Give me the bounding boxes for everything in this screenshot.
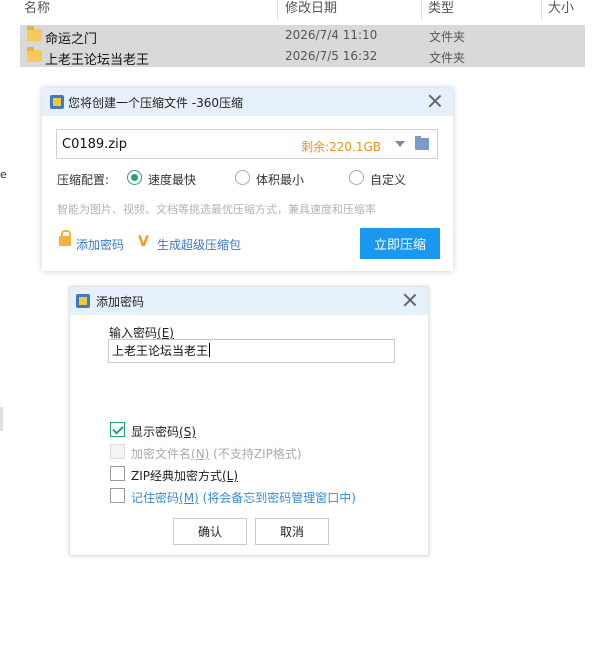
file-row[interactable]: 命运之门 2026/7/4 11:10 文件夹: [20, 25, 585, 47]
archive-name-value[interactable]: C0189.zip: [62, 137, 127, 152]
show-password-checkbox[interactable]: [110, 422, 125, 437]
archive-app-icon: [50, 95, 64, 109]
file-name: 命运之门: [45, 32, 98, 47]
password-input[interactable]: 上老王论坛当老王: [108, 339, 395, 363]
chevron-down-icon[interactable]: [395, 141, 405, 147]
remember-password-label[interactable]: 记住密码(M) (将会备忘到密码管理窗口中): [131, 489, 356, 506]
left-pane-edge: [0, 407, 3, 431]
lock-icon[interactable]: [59, 230, 71, 246]
archive-app-icon: [76, 294, 90, 308]
super-archive-link[interactable]: 生成超级压缩包: [157, 236, 241, 253]
folder-icon: [27, 47, 42, 62]
compress-now-button[interactable]: 立即压缩: [360, 228, 440, 259]
column-divider[interactable]: [421, 0, 422, 20]
encrypt-filenames-checkbox: [110, 444, 125, 459]
file-type: 文件夹: [429, 51, 466, 65]
compression-hint: 智能为图片、视频、文档等挑选最优压缩方式，兼具速度和压缩率: [57, 203, 376, 216]
column-name-header[interactable]: 名称: [24, 0, 50, 16]
remember-password-checkbox[interactable]: [110, 488, 125, 503]
zip-classic-encryption-label[interactable]: ZIP经典加密方式(L): [131, 467, 238, 484]
zip-classic-encryption-checkbox[interactable]: [110, 466, 125, 481]
encrypt-filenames-label: 加密文件名(N) (不支持ZIP格式): [131, 447, 302, 461]
column-type-header[interactable]: 类型: [428, 0, 454, 16]
left-pane-fragment: e: [0, 168, 7, 181]
radio-custom[interactable]: [349, 170, 364, 185]
ok-button[interactable]: 确认: [173, 518, 247, 545]
text-caret: [209, 343, 211, 357]
password-dialog-title: 添加密码: [96, 295, 145, 309]
folder-browse-icon[interactable]: [415, 136, 429, 150]
folder-icon: [27, 26, 42, 41]
show-password-label[interactable]: 显示密码(S): [131, 423, 196, 440]
file-date: 2026/7/5 16:32: [285, 49, 378, 63]
cancel-button[interactable]: 取消: [255, 518, 329, 545]
file-row[interactable]: 上老王论坛当老王 2026/7/5 16:32 文件夹: [20, 46, 585, 68]
password-dialog-titlebar[interactable]: 添加密码: [70, 287, 428, 315]
column-header-bar: 名称 修改日期 类型 大小: [0, 0, 593, 20]
space-remaining-label: 剩余:220.1GB: [301, 140, 381, 154]
column-divider[interactable]: [541, 0, 542, 20]
compress-dialog-titlebar[interactable]: 您将创建一个压缩文件 -360压缩: [42, 88, 453, 116]
add-password-dialog: 添加密码 输入密码(E) 上老王论坛当老王 显示密码(S) 加密文件名(N) (…: [69, 286, 429, 556]
radio-smallest-label[interactable]: 体积最小: [256, 171, 304, 188]
column-size-header[interactable]: 大小: [548, 0, 574, 16]
compress-dialog-title: 您将创建一个压缩文件 -360压缩: [68, 96, 244, 110]
vip-v-icon: V: [138, 234, 149, 250]
file-type: 文件夹: [429, 30, 466, 44]
radio-smallest[interactable]: [235, 170, 250, 185]
add-password-link[interactable]: 添加密码: [76, 236, 124, 253]
radio-fastest[interactable]: [127, 170, 142, 185]
archive-path-field[interactable]: C0189.zip 剩余:220.1GB: [56, 129, 438, 159]
radio-custom-label[interactable]: 自定义: [370, 171, 406, 188]
compression-config-label: 压缩配置:: [57, 173, 110, 187]
column-divider[interactable]: [277, 0, 278, 20]
close-icon[interactable]: [402, 292, 418, 308]
close-icon[interactable]: [427, 93, 443, 109]
radio-fastest-label[interactable]: 速度最快: [148, 171, 196, 188]
file-name: 上老王论坛当老王: [45, 53, 150, 68]
compress-dialog: 您将创建一个压缩文件 -360压缩 C0189.zip 剩余:220.1GB 压…: [42, 88, 453, 271]
file-date: 2026/7/4 11:10: [285, 28, 378, 42]
column-date-header[interactable]: 修改日期: [285, 0, 337, 16]
